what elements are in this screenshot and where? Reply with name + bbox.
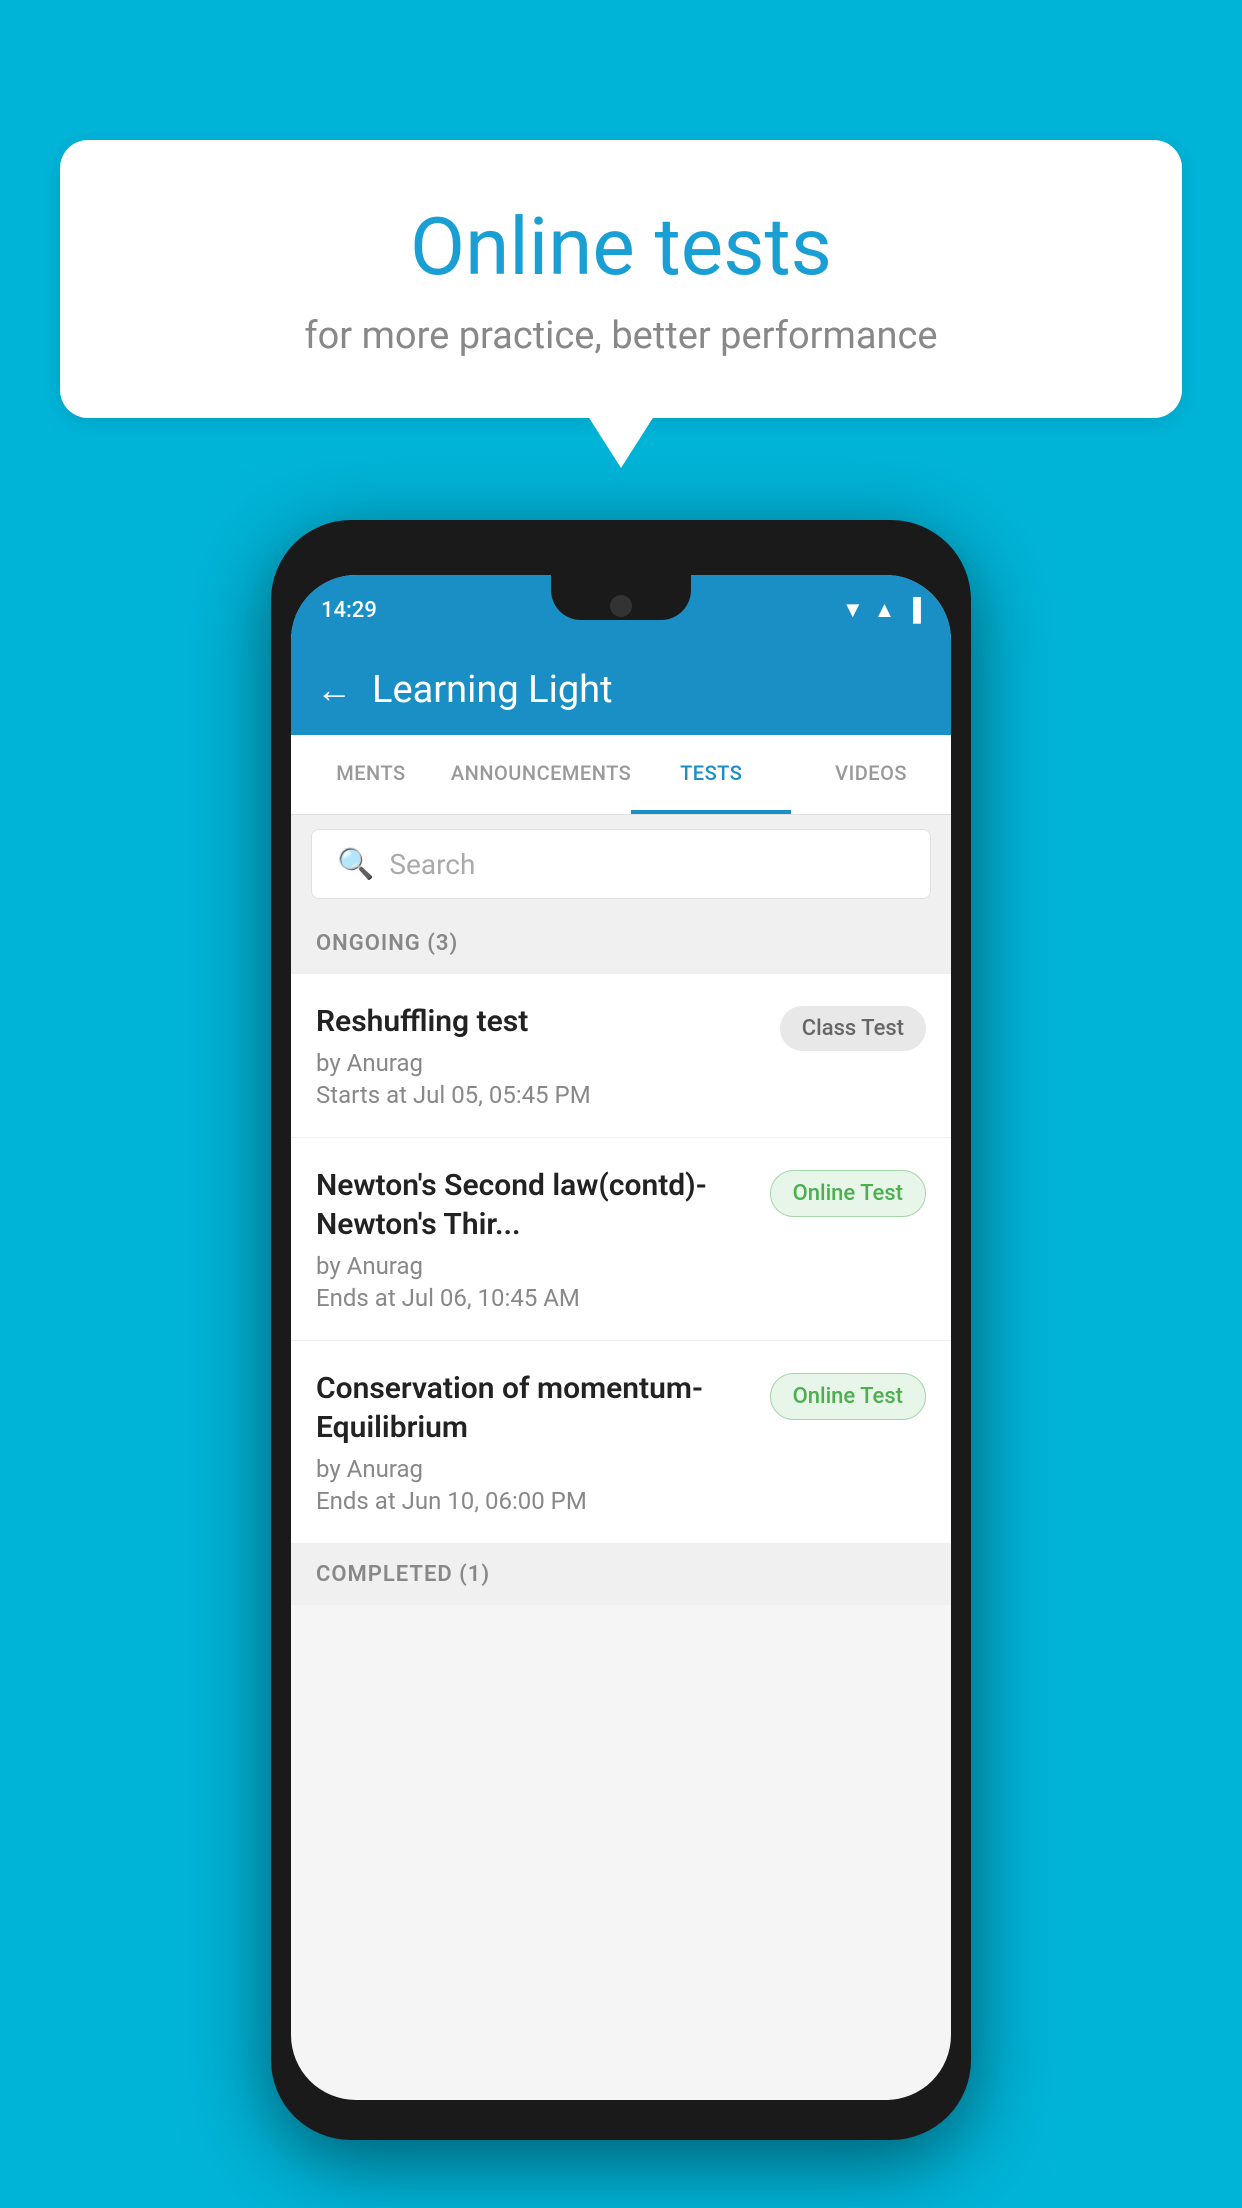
tab-videos[interactable]: VIDEOS (791, 735, 951, 814)
status-time: 14:29 (321, 598, 377, 623)
speech-bubble-title: Online tests (140, 200, 1102, 294)
search-placeholder: Search (389, 848, 475, 881)
wifi-icon: ▼ (842, 597, 864, 623)
ongoing-section-header: ONGOING (3) (291, 913, 951, 974)
tab-ments[interactable]: MENTS (291, 735, 451, 814)
tab-tests[interactable]: TESTS (631, 735, 791, 814)
completed-section-header: COMPLETED (1) (291, 1544, 951, 1605)
test-item[interactable]: Conservation of momentum-Equilibrium by … (291, 1341, 951, 1544)
test-name: Reshuffling test (316, 1002, 765, 1041)
test-item-content: Conservation of momentum-Equilibrium by … (316, 1369, 755, 1515)
search-icon: 🔍 (337, 847, 374, 882)
phone-mockup: 14:29 ▼ ▲ ▐ ← Learning Light MENTS ANNOU… (271, 520, 971, 2140)
online-test-badge: Online Test (770, 1170, 926, 1217)
phone-notch (551, 575, 691, 620)
test-item-content: Reshuffling test by Anurag Starts at Jul… (316, 1002, 765, 1109)
test-list: Reshuffling test by Anurag Starts at Jul… (291, 974, 951, 1544)
test-date: Ends at Jun 10, 06:00 PM (316, 1487, 755, 1515)
signal-icon: ▲ (874, 597, 896, 623)
tab-announcements[interactable]: ANNOUNCEMENTS (451, 735, 631, 814)
test-date: Ends at Jul 06, 10:45 AM (316, 1284, 755, 1312)
status-icons: ▼ ▲ ▐ (842, 597, 921, 623)
app-title: Learning Light (372, 668, 613, 712)
camera-icon (610, 595, 632, 617)
search-bar[interactable]: 🔍 Search (311, 829, 931, 899)
test-name: Newton's Second law(contd)-Newton's Thir… (316, 1166, 755, 1244)
test-item-content: Newton's Second law(contd)-Newton's Thir… (316, 1166, 755, 1312)
tabs-bar: MENTS ANNOUNCEMENTS TESTS VIDEOS (291, 735, 951, 815)
speech-bubble-subtitle: for more practice, better performance (140, 314, 1102, 358)
app-header: ← Learning Light (291, 645, 951, 735)
test-by: by Anurag (316, 1455, 755, 1483)
test-by: by Anurag (316, 1252, 755, 1280)
class-test-badge: Class Test (780, 1006, 926, 1051)
phone-outer: 14:29 ▼ ▲ ▐ ← Learning Light MENTS ANNOU… (271, 520, 971, 2140)
back-button[interactable]: ← (316, 669, 352, 711)
search-container: 🔍 Search (291, 815, 951, 913)
test-item[interactable]: Newton's Second law(contd)-Newton's Thir… (291, 1138, 951, 1341)
test-name: Conservation of momentum-Equilibrium (316, 1369, 755, 1447)
test-item[interactable]: Reshuffling test by Anurag Starts at Jul… (291, 974, 951, 1138)
speech-bubble: Online tests for more practice, better p… (60, 140, 1182, 418)
test-date: Starts at Jul 05, 05:45 PM (316, 1081, 765, 1109)
test-by: by Anurag (316, 1049, 765, 1077)
speech-bubble-container: Online tests for more practice, better p… (60, 140, 1182, 418)
phone-screen: 14:29 ▼ ▲ ▐ ← Learning Light MENTS ANNOU… (291, 575, 951, 2100)
online-test-badge: Online Test (770, 1373, 926, 1420)
battery-icon: ▐ (905, 597, 921, 623)
